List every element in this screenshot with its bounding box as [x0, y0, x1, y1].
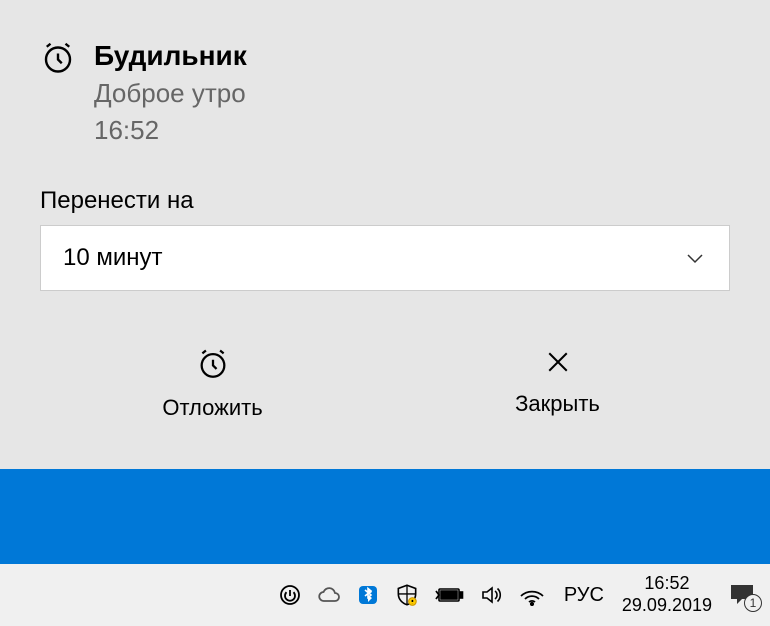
- power-icon[interactable]: [278, 583, 302, 607]
- volume-icon[interactable]: [478, 583, 504, 607]
- notification-actions: Отложить Закрыть: [40, 339, 730, 429]
- security-icon[interactable]: [394, 582, 420, 608]
- notification-titles: Будильник Доброе утро 16:52: [94, 38, 247, 149]
- language-indicator[interactable]: РУС: [564, 584, 604, 607]
- battery-icon[interactable]: [434, 585, 464, 605]
- notification-header: Будильник Доброе утро 16:52: [40, 38, 730, 149]
- snooze-button-label: Отложить: [162, 395, 262, 421]
- snooze-dropdown[interactable]: 10 минут: [40, 225, 730, 291]
- taskbar-clock[interactable]: 16:52 29.09.2019: [622, 573, 712, 616]
- notification-badge: 1: [744, 594, 762, 612]
- notification-subtitle: Доброе утро: [94, 76, 247, 111]
- taskbar: РУС 16:52 29.09.2019 1: [0, 564, 770, 626]
- snooze-value: 10 минут: [63, 244, 163, 272]
- snooze-button[interactable]: Отложить: [40, 339, 385, 429]
- dismiss-button-label: Закрыть: [515, 391, 600, 417]
- chevron-down-icon: [683, 246, 707, 270]
- notification-time: 16:52: [94, 113, 247, 148]
- alarm-clock-icon: [40, 40, 76, 76]
- cloud-icon[interactable]: [316, 584, 342, 606]
- alarm-notification: Будильник Доброе утро 16:52 Перенести на…: [0, 0, 770, 469]
- bluetooth-icon[interactable]: [356, 583, 380, 607]
- alarm-clock-icon: [196, 347, 230, 381]
- action-center-button[interactable]: 1: [728, 582, 756, 608]
- notification-title: Будильник: [94, 38, 247, 74]
- system-tray: [278, 582, 546, 608]
- snooze-label: Перенести на: [40, 187, 730, 215]
- dismiss-button[interactable]: Закрыть: [385, 339, 730, 429]
- close-icon: [543, 347, 573, 377]
- taskbar-time: 16:52: [644, 573, 689, 595]
- taskbar-date: 29.09.2019: [622, 595, 712, 617]
- wifi-icon[interactable]: [518, 584, 546, 606]
